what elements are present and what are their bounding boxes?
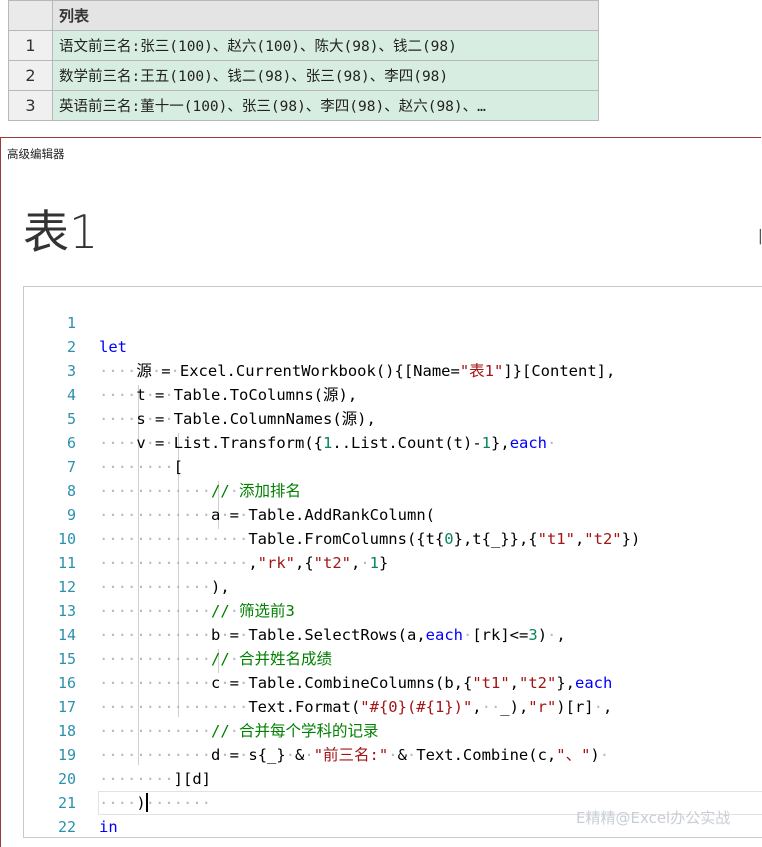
table-row: 3 英语前三名:董十一(100)、张三(98)、李四(98)、赵六(98)、… <box>8 90 599 121</box>
code-line: 18 ············d·=·s{_}·&·"前三名:"·&·Text.… <box>24 695 762 764</box>
code-line: 6 ········[ <box>24 407 762 476</box>
table-cell[interactable]: 英语前三名:董十一(100)、张三(98)、李四(98)、赵六(98)、… <box>52 90 599 121</box>
code-line: 17 ············//·合并每个学科的记录 <box>24 671 762 740</box>
code-line: 8 ············a·=·Table.AddRankColumn( <box>24 455 762 524</box>
code-line: 20 ····)······· <box>24 743 762 812</box>
table-row: 1 语文前三名:张三(100)、赵六(100)、陈大(98)、钱二(98) <box>8 30 599 61</box>
code-line: 5 ····v·=·List.Transform({1..List.Count(… <box>24 383 762 452</box>
result-table-area: 列表 1 语文前三名:张三(100)、赵六(100)、陈大(98)、钱二(98)… <box>0 0 762 130</box>
code-line: 15 ············c·=·Table.CombineColumns(… <box>24 623 762 692</box>
panel-title: 高级编辑器 <box>7 147 65 161</box>
row-number[interactable]: 1 <box>8 30 53 61</box>
advanced-editor-panel: 高级编辑器 表1 ▕ 1 let 2 ····源·=·Excel.Current… <box>0 137 762 847</box>
code-line: 13 ············b·=·Table.SelectRows(a,ea… <box>24 575 762 644</box>
query-name: 表1 <box>23 205 99 259</box>
row-number[interactable]: 3 <box>8 90 53 121</box>
header-row: 列表 <box>8 0 599 31</box>
code-editor[interactable]: 1 let 2 ····源·=·Excel.CurrentWorkbook(){… <box>23 286 762 838</box>
code-line: 14 ············//·合并姓名成绩 <box>24 599 762 668</box>
code-line: 11 ············), <box>24 527 762 596</box>
code-line: 3 ····t·=·Table.ToColumns(源), <box>24 335 762 404</box>
result-table: 列表 1 语文前三名:张三(100)、赵六(100)、陈大(98)、钱二(98)… <box>8 0 599 121</box>
code-line: 21 in <box>24 767 762 836</box>
code-line: 1 let <box>24 287 762 356</box>
table-cell[interactable]: 数学前三名:王五(100)、钱二(98)、张三(98)、李四(98) <box>52 60 599 91</box>
code-line: 16 ················Text.Format("#{0}(#{1… <box>24 647 762 716</box>
watermark: E精精@Excel办公实战 <box>576 809 731 827</box>
code-line: 2 ····源·=·Excel.CurrentWorkbook(){[Name=… <box>24 311 762 380</box>
table-row: 2 数学前三名:王五(100)、钱二(98)、张三(98)、李四(98) <box>8 60 599 91</box>
code-line: 19 ········][d] <box>24 719 762 788</box>
table-corner[interactable] <box>8 0 53 31</box>
table-cell[interactable]: 语文前三名:张三(100)、赵六(100)、陈大(98)、钱二(98) <box>52 30 599 61</box>
clipped-edge-glyph: ▕ <box>751 230 761 245</box>
row-number[interactable]: 2 <box>8 60 53 91</box>
code-line: 12 ············//·筛选前3 <box>24 551 762 620</box>
code-line: 7 ············//·添加排名 <box>24 431 762 500</box>
code-line: 9 ················Table.FromColumns({t{0… <box>24 479 762 548</box>
line-number: 22 <box>57 818 76 836</box>
column-header-list[interactable]: 列表 <box>52 0 599 31</box>
code-line: 10 ················,"rk",{"t2",·1} <box>24 503 762 572</box>
code-line: 4 ····s·=·Table.ColumnNames(源), <box>24 359 762 428</box>
